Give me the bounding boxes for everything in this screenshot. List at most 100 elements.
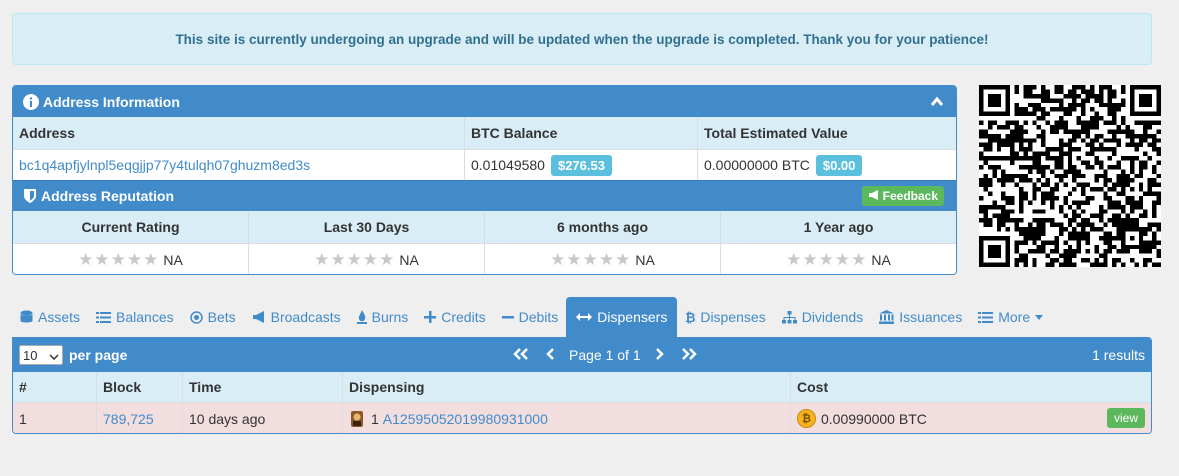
tab-dispenses[interactable]: ₿ Dispenses xyxy=(677,297,773,337)
svg-text:₿: ₿ xyxy=(685,311,695,324)
address-table-row: bc1q4apfjylnpl5eqgjjp77y4tulqh07ghuzm8ed… xyxy=(13,149,956,180)
tab-assets[interactable]: Assets xyxy=(12,297,88,337)
address-reputation-title: Address Reputation xyxy=(41,188,175,204)
tab-issuances[interactable]: Issuances xyxy=(871,297,970,337)
caret-down-icon xyxy=(1035,314,1044,320)
page-indicator: Page 1 of 1 xyxy=(569,347,641,363)
asset-thumbnail-icon xyxy=(349,410,365,428)
star-icon: ★ xyxy=(582,250,598,269)
tab-credits[interactable]: Credits xyxy=(416,297,493,337)
tab-label: Balances xyxy=(116,309,174,325)
tab-broadcasts[interactable]: Broadcasts xyxy=(244,297,349,337)
results-count: 1 results xyxy=(1092,347,1145,363)
one-year-cell: ★ ★ ★ ★ ★ NA xyxy=(721,244,956,274)
block-link[interactable]: 789,725 xyxy=(103,411,154,427)
star-icon: ★ xyxy=(143,250,159,269)
dispensing-column-header: Dispensing xyxy=(343,372,791,402)
shield-icon xyxy=(23,188,37,204)
per-page-value: 10 xyxy=(23,347,38,363)
tab-label: Dividends xyxy=(801,309,864,325)
address-information-title: Address Information xyxy=(43,93,180,110)
star-icon: ★ xyxy=(94,250,110,269)
tab-label: Broadcasts xyxy=(270,309,341,325)
feedback-button[interactable]: Feedback xyxy=(861,186,944,206)
upgrade-notice: This site is currently undergoing an upg… xyxy=(12,13,1152,65)
tab-dividends[interactable]: Dividends xyxy=(774,297,871,337)
tab-label: Dispensers xyxy=(597,309,668,325)
tab-dispensers[interactable]: Dispensers xyxy=(566,297,678,337)
info-circle-icon xyxy=(23,93,39,110)
last-page-icon[interactable] xyxy=(679,347,699,364)
star-icon: ★ xyxy=(802,250,818,269)
plus-icon xyxy=(424,311,437,323)
reputation-header-row: Current Rating Last 30 Days 6 months ago… xyxy=(13,211,956,243)
database-icon xyxy=(20,310,33,324)
previous-page-icon[interactable] xyxy=(545,347,555,364)
star-icon: ★ xyxy=(615,250,631,269)
rating-stars: ★ ★ ★ ★ ★ xyxy=(786,251,866,268)
tab-balances[interactable]: Balances xyxy=(88,297,182,337)
total-usd-badge: $0.00 xyxy=(815,154,863,176)
six-months-value: NA xyxy=(635,251,655,268)
address-reputation-header: Address Reputation Feedback xyxy=(13,180,956,211)
view-button[interactable]: view xyxy=(1106,408,1145,428)
time-column-header: Time xyxy=(183,372,343,402)
chevron-down-icon xyxy=(49,348,59,363)
minus-icon xyxy=(501,311,514,323)
btc-usd-badge: $276.53 xyxy=(550,154,612,176)
tab-label: Dispenses xyxy=(700,309,766,325)
next-page-icon[interactable] xyxy=(655,347,665,364)
address-link[interactable]: bc1q4apfjylnpl5eqgjjp77y4tulqh07ghuzm8ed… xyxy=(19,157,310,173)
btc-balance-value: 0.01049580 xyxy=(471,157,545,173)
star-icon: ★ xyxy=(314,250,330,269)
number-column-header: # xyxy=(13,372,97,402)
first-page-icon[interactable] xyxy=(511,347,531,364)
tab-label: Debits xyxy=(518,309,559,325)
bitcoin-icon: ₿ xyxy=(685,310,695,324)
star-icon: ★ xyxy=(598,250,615,269)
list-icon xyxy=(978,311,994,324)
tab-burns[interactable]: Burns xyxy=(349,297,417,337)
rating-stars: ★ ★ ★ ★ ★ xyxy=(550,251,630,268)
address-information-header: Address Information xyxy=(13,86,956,117)
current-rating-header: Current Rating xyxy=(13,211,249,243)
star-icon: ★ xyxy=(818,250,834,269)
total-value-header: Total Estimated Value xyxy=(704,125,848,141)
tab-debits[interactable]: Debits xyxy=(494,297,567,337)
history-tabs: Assets Balances Bets Broadcasts Burns Credits… xyxy=(12,297,1152,337)
row-number: 1 xyxy=(13,403,97,433)
bank-icon xyxy=(879,310,895,324)
cost-value: 0.00990000 BTC xyxy=(821,410,927,427)
per-page-select[interactable]: 10 xyxy=(19,345,63,365)
current-rating-cell: ★ ★ ★ ★ ★ NA xyxy=(13,244,249,274)
target-icon xyxy=(189,310,203,324)
asset-link[interactable]: A12595052019980931000 xyxy=(383,411,548,427)
arrows-h-icon xyxy=(576,312,593,322)
table-row: 1 789,725 10 days ago 1 A125950520199809… xyxy=(13,402,1151,433)
bullhorn-icon xyxy=(868,189,880,203)
per-page-label: per page xyxy=(69,347,128,363)
star-icon: ★ xyxy=(78,250,94,269)
cost-column-header: Cost xyxy=(797,379,829,395)
tab-bets[interactable]: Bets xyxy=(182,297,244,337)
reputation-values-row: ★ ★ ★ ★ ★ NA ★ ★ ★ ★ ★ NA ★ ★ ★ ★ ★ NA ★ ★ ★ ★ ★ NA xyxy=(13,243,956,274)
star-icon: ★ xyxy=(379,250,395,269)
one-year-value: NA xyxy=(871,251,891,268)
block-column-header: Block xyxy=(97,372,183,402)
star-icon: ★ xyxy=(346,250,362,269)
tab-more[interactable]: More xyxy=(970,297,1051,337)
tab-label: Burns xyxy=(371,309,409,325)
current-rating-value: NA xyxy=(163,251,183,268)
bullhorn-icon xyxy=(252,311,266,323)
star-icon: ★ xyxy=(330,250,346,269)
address-table-header: Address BTC Balance Total Estimated Valu… xyxy=(13,117,956,149)
bitcoin-icon: ₿ xyxy=(797,409,816,428)
tab-label: Assets xyxy=(38,309,81,325)
collapse-chevron-up-icon[interactable] xyxy=(930,95,944,111)
fire-icon xyxy=(356,310,367,324)
star-icon: ★ xyxy=(110,250,126,269)
row-time: 10 days ago xyxy=(183,403,343,433)
address-information-panel: Address Information Address BTC Balance … xyxy=(12,85,957,275)
pagination-bar: 10 per page Page 1 of 1 1 results xyxy=(13,338,1151,372)
last-30-days-header: Last 30 Days xyxy=(249,211,485,243)
